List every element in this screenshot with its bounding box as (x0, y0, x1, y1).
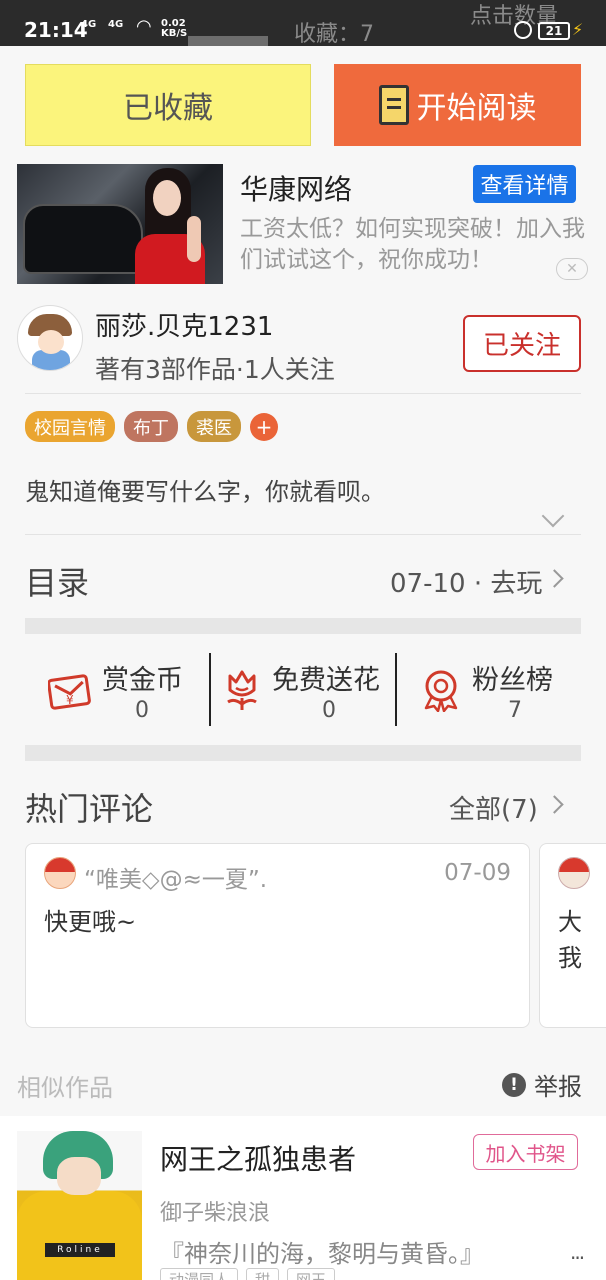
clock: 21:14 (24, 18, 88, 42)
tag-list: 校园言情 布丁 裘医 + (25, 411, 278, 442)
ad-title[interactable]: 华康网络 (240, 168, 352, 208)
work-description: 鬼知道俺要写什么字，你就看呗。 (25, 478, 385, 506)
hot-comments-title: 热门评论 (25, 790, 154, 828)
status-bar: 收藏：7 点击数量 21:14 4G 4G ◠ 0.02 KB/S 21 ⚡ (0, 0, 606, 47)
catalog-latest-chapter[interactable]: 07-10 · 去玩 (390, 563, 542, 600)
section-separator (25, 745, 581, 761)
tag-chip[interactable]: 布丁 (124, 411, 178, 442)
ad-detail-button[interactable]: 查看详情 (473, 165, 576, 203)
add-to-shelf-button[interactable]: 加入书架 (473, 1134, 578, 1170)
signal-icon-2: 4G (108, 19, 124, 30)
comment-text: 大 我 (558, 908, 582, 972)
collected-button[interactable]: 已收藏 (25, 64, 311, 146)
stat-label: 赏金币 (102, 665, 183, 696)
author-avatar[interactable] (17, 305, 83, 371)
tag-chip[interactable]: 裘医 (187, 411, 241, 442)
book-tag-list: 动漫同人 甜 网王 (160, 1268, 336, 1280)
flower-icon (227, 670, 257, 710)
tag-chip[interactable]: 校园言情 (25, 411, 115, 442)
book-tag: 网王 (287, 1268, 336, 1280)
alert-icon: ! (502, 1072, 526, 1097)
commenter-name[interactable]: “唯美◇@≈一夏”. (84, 860, 267, 894)
chevron-right-icon[interactable] (545, 569, 564, 588)
report-label: 举报 (534, 1073, 582, 1101)
section-separator (25, 618, 581, 634)
stat-divider (395, 653, 397, 726)
book-tag: 动漫同人 (160, 1268, 239, 1280)
comment-text: 快更哦~ (44, 908, 137, 936)
comment-card[interactable]: “唯美◇@≈一夏”. 07-09 快更哦~ (25, 843, 530, 1028)
stat-divider (209, 653, 211, 726)
book-quote: 『神奈川的海，黎明与黄昏。』 (160, 1240, 484, 1268)
start-reading-button[interactable]: 开始阅读 (334, 64, 581, 146)
net-speed: 0.02 KB/S (161, 18, 188, 39)
book-author[interactable]: 御子柴浪浪 (160, 1195, 270, 1227)
signal-icon: 4G (81, 19, 97, 30)
ad-description[interactable]: 工资太低？如何实现突破！加入我们试试这个，祝你成功！ (240, 214, 590, 276)
wifi-icon: ◠ (136, 16, 152, 37)
stat-value: 0 (322, 698, 336, 723)
divider (25, 393, 581, 394)
add-tag-button[interactable]: + (250, 412, 278, 441)
book-tag: 甜 (246, 1268, 280, 1280)
red-envelope-icon: ¥ (48, 674, 91, 710)
charging-icon: ⚡ (572, 20, 584, 39)
chevron-down-icon[interactable] (541, 504, 565, 528)
comment-date: 07-09 (444, 860, 511, 886)
more-options-icon[interactable]: ... (570, 1240, 585, 1264)
divider (25, 534, 581, 535)
similar-works-title: 相似作品 (17, 1074, 113, 1102)
stat-value: 0 (135, 698, 149, 723)
commenter-avatar[interactable] (44, 857, 76, 889)
stat-value: 7 (508, 698, 522, 723)
medal-icon (424, 670, 458, 712)
status-bar-gap (188, 36, 268, 46)
ad-close-icon[interactable]: ✕ (556, 258, 588, 280)
start-reading-label: 开始阅读 (416, 91, 537, 126)
ad-model-face (153, 180, 181, 216)
follow-button[interactable]: 已关注 (463, 315, 581, 372)
book-title[interactable]: 网王之孤独患者 (160, 1138, 356, 1178)
svg-text:¥: ¥ (66, 693, 74, 707)
stat-label: 免费送花 (272, 665, 380, 696)
battery-indicator: 21 (538, 22, 570, 40)
chevron-right-icon[interactable] (545, 795, 564, 814)
catalog-label[interactable]: 目录 (25, 558, 89, 604)
author-name[interactable]: 丽莎.贝克1231 (95, 306, 273, 343)
comment-card[interactable]: 大 我 (539, 843, 606, 1028)
report-button[interactable]: ! 举报 (502, 1067, 582, 1102)
rotation-lock-icon (514, 21, 532, 39)
all-comments-link[interactable]: 全部(7) (449, 789, 538, 826)
ad-image[interactable] (17, 164, 223, 284)
ad-model-arm (187, 216, 201, 262)
ad-car-shape (23, 204, 143, 274)
book-cover[interactable]: Roline (17, 1131, 142, 1280)
stat-label: 粉丝榜 (472, 665, 553, 696)
commenter-avatar[interactable] (558, 857, 590, 889)
collected-label: 已收藏 (123, 91, 213, 126)
background-collect-count: 收藏：7 (294, 22, 374, 47)
book-icon (378, 85, 409, 125)
author-meta: 著有3部作品·1人关注 (95, 355, 335, 384)
cover-text: Roline (45, 1243, 115, 1257)
